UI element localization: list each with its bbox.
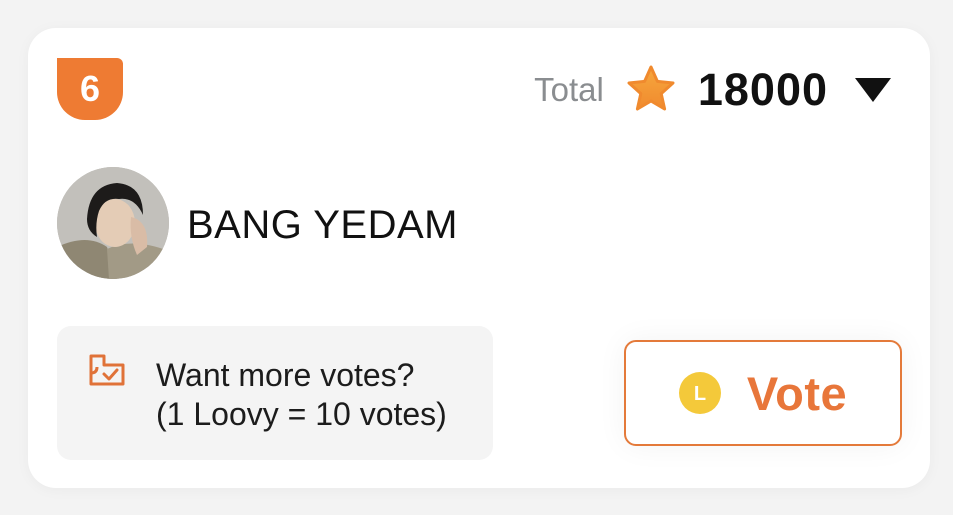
promo-line-2: (1 Loovy = 10 votes) [156, 396, 447, 432]
vote-card: 6 Total 18000 BANG YEDAM Want more votes… [28, 28, 930, 488]
ticket-check-icon [88, 353, 126, 387]
star-icon [624, 64, 678, 116]
avatar [57, 167, 169, 279]
rank-badge: 6 [57, 58, 123, 120]
total-votes[interactable]: Total 18000 [534, 62, 892, 118]
total-label: Total [534, 71, 604, 108]
promo-text: Want more votes? (1 Loovy = 10 votes) [156, 356, 447, 434]
rank-number: 6 [79, 68, 101, 109]
vote-label: Vote [746, 366, 848, 420]
caret-down-icon[interactable] [854, 77, 892, 103]
promo-line-1: Want more votes? [156, 357, 415, 393]
total-value: 18000 [697, 64, 828, 115]
artist-name: BANG YEDAM [187, 203, 458, 247]
more-votes-banner[interactable]: Want more votes? (1 Loovy = 10 votes) [57, 326, 493, 460]
coin-letter: L [694, 383, 706, 405]
loovy-coin-icon: L [678, 372, 721, 414]
vote-button[interactable]: L Vote [624, 340, 902, 446]
